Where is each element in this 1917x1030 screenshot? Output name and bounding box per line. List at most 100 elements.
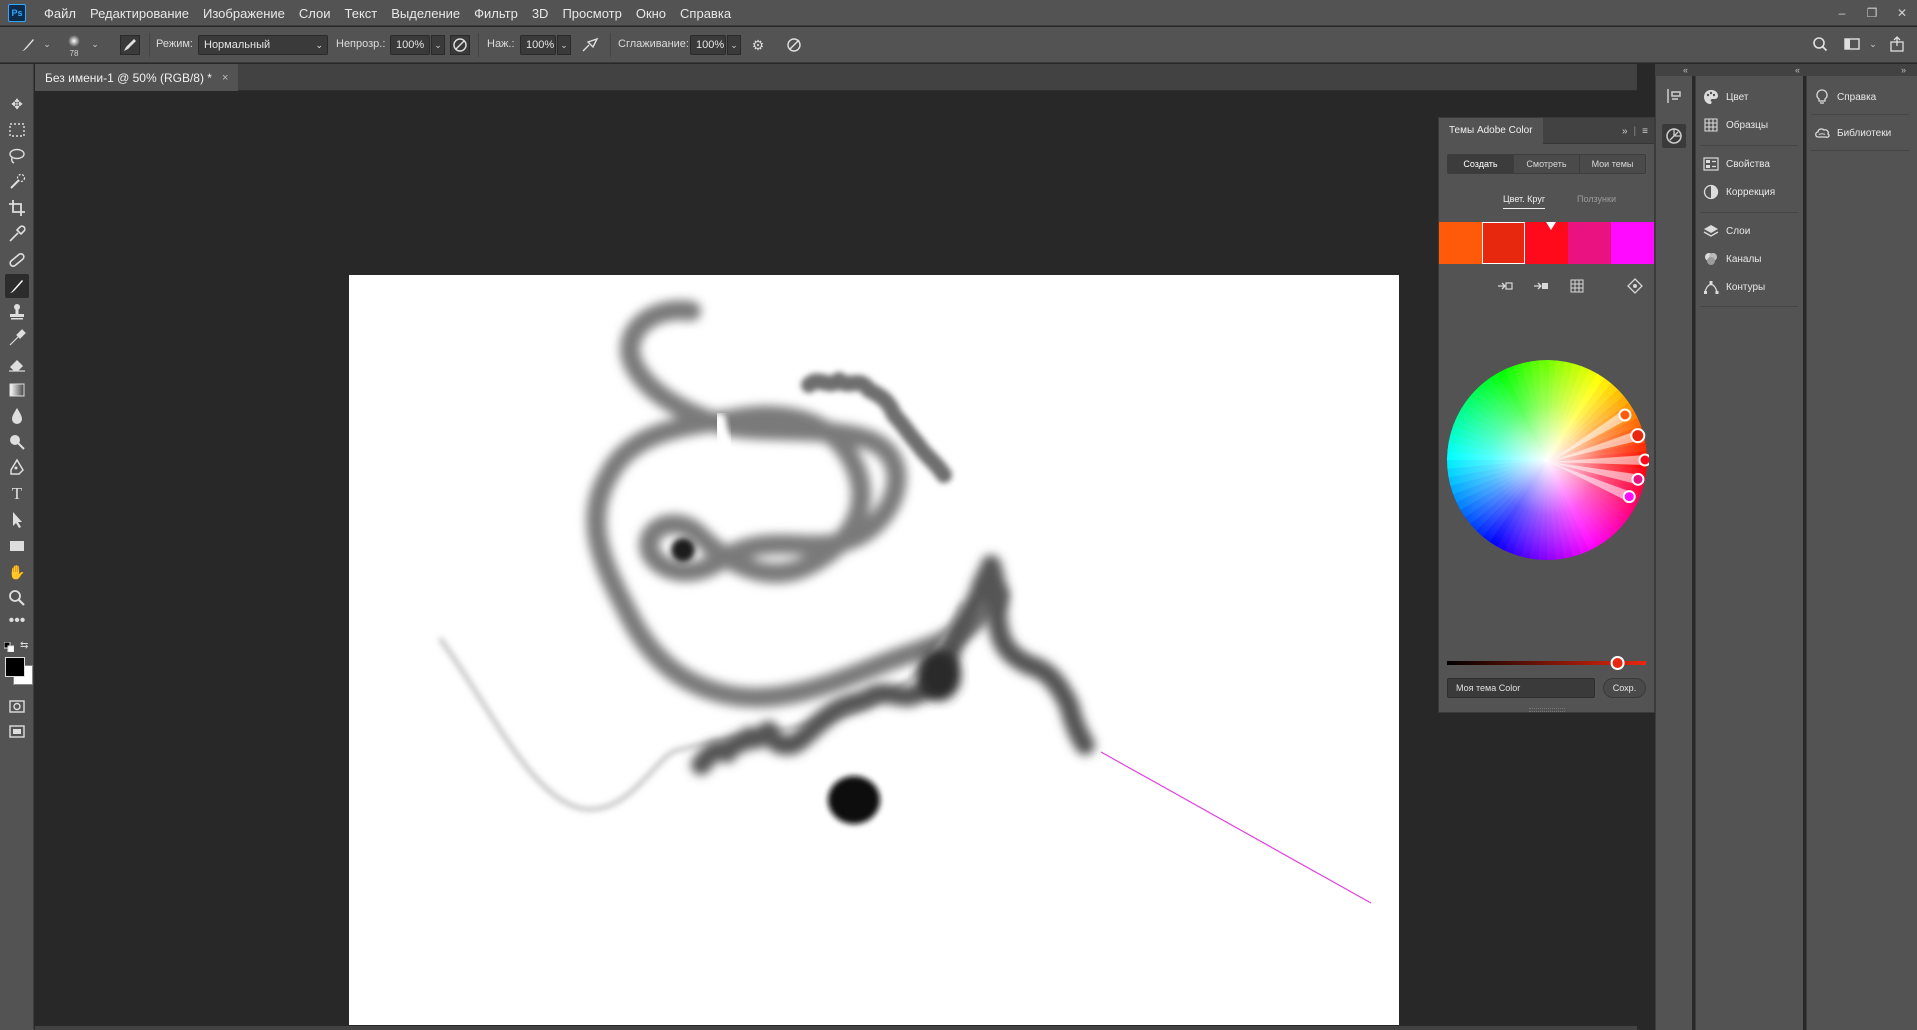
set-foreground-icon[interactable] [1531, 276, 1551, 296]
panel-item-color[interactable]: Цвет [1696, 84, 1802, 110]
collapse-panel-icon[interactable]: » [1622, 126, 1628, 137]
color-wheel[interactable] [1445, 358, 1649, 562]
collapse-arrows-icon[interactable]: « [1683, 64, 1688, 76]
menu-edit[interactable]: Редактирование [90, 6, 189, 21]
resize-grip-icon[interactable] [1529, 708, 1565, 712]
crop-tool-icon[interactable] [5, 196, 29, 220]
theme-name-input[interactable]: Моя тема Color [1447, 678, 1595, 698]
menu-help[interactable]: Справка [680, 6, 731, 21]
pressure-size-icon[interactable] [784, 35, 804, 55]
theme-swatch[interactable] [1439, 222, 1482, 264]
flow-dropdown-icon[interactable]: ⌄ [557, 35, 571, 55]
menu-3d[interactable]: 3D [532, 6, 549, 21]
harmony-handle[interactable] [1631, 472, 1645, 486]
photoshop-logo-icon[interactable]: Ps [8, 4, 26, 22]
adobe-color-themes-icon[interactable] [1662, 124, 1686, 148]
quick-selection-tool-icon[interactable] [5, 170, 29, 194]
brush-tool-icon[interactable] [5, 274, 29, 298]
default-colors-icon[interactable] [4, 642, 14, 652]
panel-item-paths[interactable]: Контуры [1696, 274, 1802, 300]
menu-layers[interactable]: Слои [299, 6, 331, 21]
menu-select[interactable]: Выделение [391, 6, 460, 21]
collapse-arrows-icon[interactable]: « [1795, 64, 1800, 76]
minimize-button[interactable]: – [1827, 6, 1857, 20]
menu-type[interactable]: Текст [345, 6, 378, 21]
subtab-sliders[interactable]: Ползунки [1577, 194, 1616, 204]
slider-knob[interactable] [1610, 656, 1625, 670]
move-tool-icon[interactable]: ✥ [5, 92, 29, 116]
theme-swatch[interactable] [1482, 222, 1525, 264]
theme-swatch[interactable] [1611, 222, 1654, 264]
mode-select[interactable]: Нормальный ⌄ [198, 35, 328, 55]
swatch-grid-icon[interactable] [1567, 276, 1587, 296]
quick-mask-icon[interactable] [5, 694, 29, 718]
rectangle-tool-icon[interactable] [5, 534, 29, 558]
document-canvas[interactable] [349, 275, 1399, 1025]
menu-file[interactable]: Файл [44, 6, 76, 21]
marquee-tool-icon[interactable] [5, 118, 29, 142]
menu-filter[interactable]: Фильтр [474, 6, 518, 21]
color-rule-icon[interactable] [1625, 276, 1645, 296]
opacity-dropdown-icon[interactable]: ⌄ [431, 35, 445, 55]
gear-icon[interactable]: ⚙ [748, 35, 768, 55]
brush-size-picker[interactable]: 78 [62, 33, 86, 59]
document-tab[interactable]: Без имени-1 @ 50% (RGB/8) * × [35, 64, 239, 91]
panel-item-swatches[interactable]: Образцы [1696, 112, 1802, 138]
panel-title[interactable]: Темы Adobe Color [1439, 118, 1543, 144]
tool-preset-dropdown-icon[interactable]: ⌄ [40, 35, 54, 55]
subtab-color-wheel[interactable]: Цвет. Круг [1503, 194, 1546, 209]
save-theme-button[interactable]: Сохр. [1603, 678, 1646, 698]
tab-my-themes[interactable]: Мои темы [1580, 155, 1645, 173]
brightness-slider[interactable] [1447, 653, 1646, 673]
pen-tool-icon[interactable] [5, 456, 29, 480]
smoothing-dropdown-icon[interactable]: ⌄ [727, 35, 741, 55]
brush-tool-preset-icon[interactable] [18, 35, 38, 55]
eraser-tool-icon[interactable] [5, 352, 29, 376]
swap-colors-icon[interactable]: ⇆ [20, 640, 32, 652]
panel-item-properties[interactable]: Свойства [1696, 151, 1802, 177]
panel-item-learn[interactable]: Справка [1807, 84, 1913, 110]
gradient-tool-icon[interactable] [5, 378, 29, 402]
dodge-tool-icon[interactable] [5, 430, 29, 454]
opacity-input[interactable]: 100% [390, 35, 430, 55]
more-tools-icon[interactable]: ••• [5, 612, 29, 636]
collapse-arrows-icon[interactable]: » [1901, 64, 1906, 76]
panel-item-adjustments[interactable]: Коррекция [1696, 179, 1802, 205]
foreground-color-swatch[interactable] [5, 657, 25, 677]
panel-item-layers[interactable]: Слои [1696, 218, 1802, 244]
search-icon[interactable] [1811, 35, 1831, 55]
harmony-handle[interactable] [1622, 490, 1636, 504]
panel-menu-icon[interactable]: ≡ [1642, 126, 1648, 137]
blur-tool-icon[interactable] [5, 404, 29, 428]
flow-input[interactable]: 100% [520, 35, 556, 55]
zoom-tool-icon[interactable] [5, 586, 29, 610]
pressure-opacity-icon[interactable] [450, 35, 470, 55]
harmony-handle[interactable] [1630, 428, 1646, 444]
smoothing-input[interactable]: 100% [690, 35, 726, 55]
history-panel-icon[interactable] [1662, 84, 1686, 108]
brush-settings-panel-icon[interactable] [120, 35, 140, 55]
type-tool-icon[interactable]: T [5, 482, 29, 506]
panel-item-channels[interactable]: Каналы [1696, 246, 1802, 272]
harmony-handle[interactable] [1638, 453, 1650, 467]
screen-mode-icon[interactable] [5, 720, 29, 744]
tab-create[interactable]: Создать [1448, 155, 1514, 173]
lasso-tool-icon[interactable] [5, 144, 29, 168]
tab-explore[interactable]: Смотреть [1514, 155, 1580, 173]
path-selection-tool-icon[interactable] [5, 508, 29, 532]
close-window-button[interactable]: ✕ [1887, 6, 1917, 20]
add-to-swatches-icon[interactable] [1495, 276, 1515, 296]
workspace-dropdown-icon[interactable]: ⌄ [1866, 35, 1880, 55]
hand-tool-icon[interactable]: ✋ [5, 560, 29, 584]
brush-picker-dropdown-icon[interactable]: ⌄ [88, 35, 102, 55]
workspace-layout-icon[interactable] [1843, 35, 1863, 55]
eyedropper-tool-icon[interactable] [5, 222, 29, 246]
menu-image[interactable]: Изображение [203, 6, 285, 21]
harmony-handle[interactable] [1618, 408, 1632, 422]
healing-brush-tool-icon[interactable] [5, 248, 29, 272]
airbrush-icon[interactable] [580, 35, 600, 55]
menu-view[interactable]: Просмотр [562, 6, 621, 21]
restore-button[interactable]: ❐ [1857, 6, 1887, 20]
panel-item-libraries[interactable]: Библиотеки [1807, 120, 1913, 146]
history-brush-tool-icon[interactable] [5, 326, 29, 350]
